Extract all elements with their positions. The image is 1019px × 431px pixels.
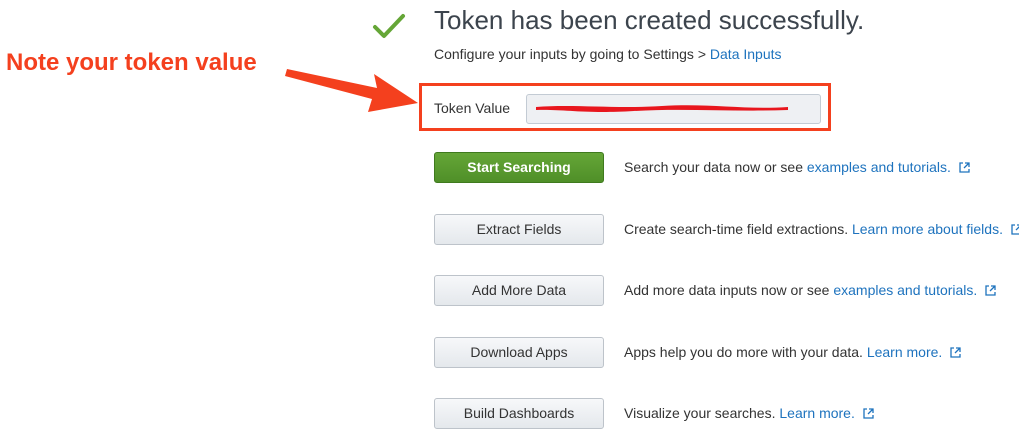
description-text: Create search-time field extractions. xyxy=(624,221,852,237)
learn-more-link[interactable]: Learn more. xyxy=(779,405,854,421)
external-link-icon[interactable] xyxy=(863,408,874,419)
description-text: Search your data now or see xyxy=(624,159,807,175)
download-apps-description: Apps help you do more with your data. Le… xyxy=(624,343,961,361)
add-more-data-button[interactable]: Add More Data xyxy=(434,275,604,306)
data-inputs-link[interactable]: Data Inputs xyxy=(710,46,782,62)
external-link-icon[interactable] xyxy=(959,162,970,173)
description-text: Apps help you do more with your data. xyxy=(624,344,867,360)
subtitle: Configure your inputs by going to Settin… xyxy=(434,45,782,63)
token-value-label: Token Value xyxy=(434,100,511,116)
learn-more-fields-link[interactable]: Learn more about fields. xyxy=(852,221,1003,237)
annotation-arrow-icon xyxy=(285,69,418,112)
checkmark-icon xyxy=(373,14,405,38)
build-dashboards-button[interactable]: Build Dashboards xyxy=(434,398,604,429)
extract-fields-description: Create search-time field extractions. Le… xyxy=(624,220,1019,238)
subtitle-text: Configure your inputs by going to Settin… xyxy=(434,46,710,62)
download-apps-button[interactable]: Download Apps xyxy=(434,337,604,368)
learn-more-link[interactable]: Learn more. xyxy=(867,344,942,360)
build-dashboards-description: Visualize your searches. Learn more. xyxy=(624,404,874,422)
extract-fields-button[interactable]: Extract Fields xyxy=(434,214,604,245)
external-link-icon[interactable] xyxy=(950,347,961,358)
page-title: Token has been created successfully. xyxy=(434,5,865,35)
description-text: Add more data inputs now or see xyxy=(624,282,834,298)
external-link-icon[interactable] xyxy=(985,285,996,296)
start-searching-button[interactable]: Start Searching xyxy=(434,152,604,183)
add-more-data-description: Add more data inputs now or see examples… xyxy=(624,281,996,299)
external-link-icon[interactable] xyxy=(1011,224,1019,235)
description-text: Visualize your searches. xyxy=(624,405,780,421)
start-searching-description: Search your data now or see examples and… xyxy=(624,158,970,176)
examples-tutorials-link[interactable]: examples and tutorials. xyxy=(807,159,951,175)
examples-tutorials-link[interactable]: examples and tutorials. xyxy=(833,282,977,298)
token-value-field[interactable] xyxy=(526,94,821,124)
annotation-label: Note your token value xyxy=(6,49,257,76)
